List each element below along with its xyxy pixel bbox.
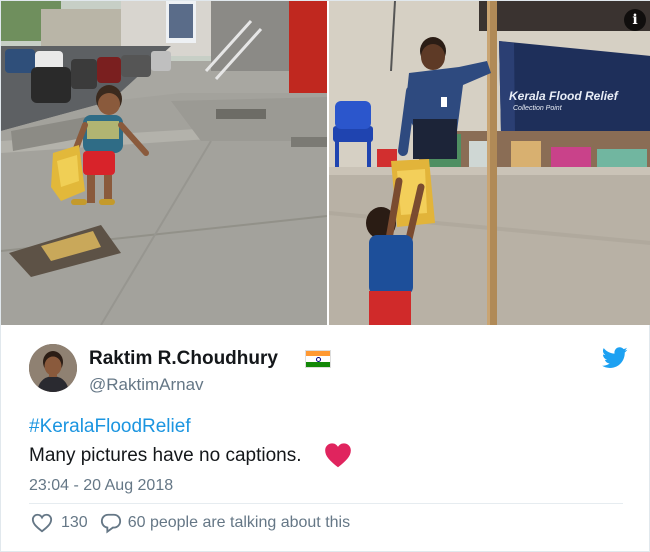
- like-count[interactable]: 130: [61, 514, 88, 532]
- tweet-media[interactable]: Kerala Flood Relief Collection Point i: [1, 1, 650, 325]
- banner-subtitle: Collection Point: [513, 105, 562, 112]
- talking-about-link[interactable]: 60 people are talking about this: [128, 514, 350, 532]
- media-photo-left[interactable]: [1, 1, 327, 325]
- speech-bubble-icon[interactable]: [100, 512, 122, 534]
- hashtag-link[interactable]: #KeralaFloodRelief: [29, 416, 191, 438]
- heart-outline-icon[interactable]: [31, 512, 53, 534]
- india-flag-icon: [305, 350, 331, 368]
- banner-title: Kerala Flood Relief: [509, 89, 618, 103]
- author-name[interactable]: Raktim R.Choudhury: [89, 348, 278, 370]
- twitter-bird-icon[interactable]: [602, 347, 628, 369]
- media-photo-right[interactable]: Kerala Flood Relief Collection Point: [329, 1, 650, 325]
- tweet-timestamp[interactable]: 23:04 - 20 Aug 2018: [29, 477, 173, 495]
- author-avatar[interactable]: [29, 344, 77, 392]
- author-handle[interactable]: @RaktimArnav: [89, 375, 204, 395]
- tweet-card: Kerala Flood Relief Collection Point i R…: [0, 0, 650, 552]
- info-icon[interactable]: i: [624, 9, 646, 31]
- tweet-actions: 130 60 people are talking about this: [31, 511, 350, 535]
- red-heart-icon: [325, 443, 351, 468]
- divider: [29, 503, 623, 504]
- tweet-text: Many pictures have no captions.: [29, 445, 302, 466]
